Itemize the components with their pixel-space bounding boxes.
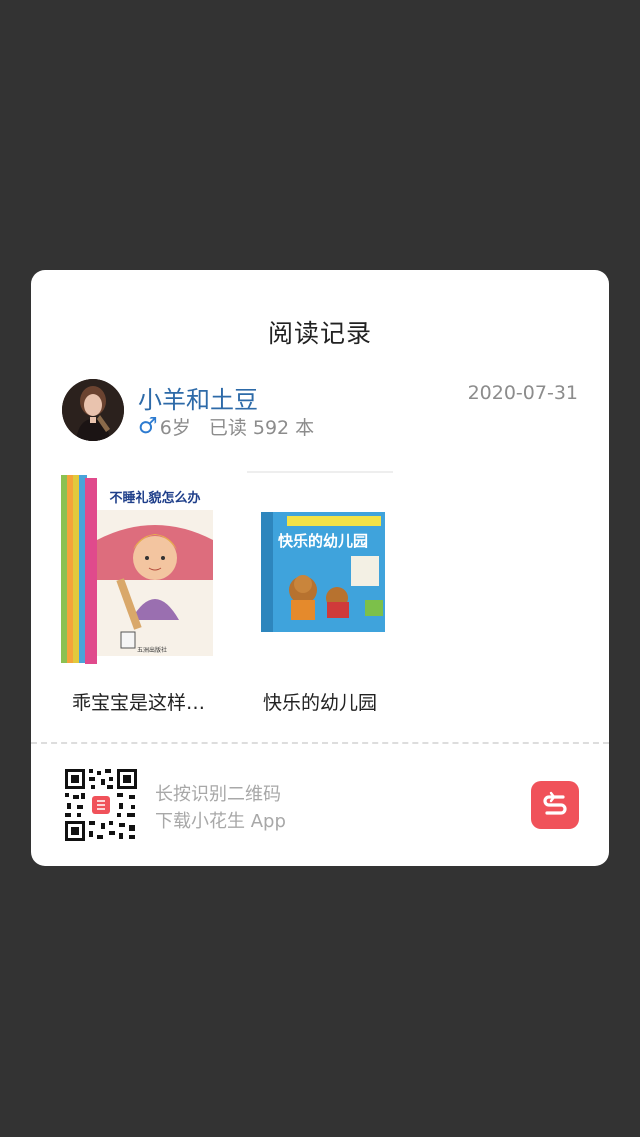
- app-logo-icon: [531, 781, 579, 829]
- book-cover-2[interactable]: 快乐的幼儿园: [247, 470, 393, 670]
- record-date: 2020-07-31: [467, 382, 578, 404]
- user-age: 6岁: [159, 417, 191, 439]
- book-title-2[interactable]: 快乐的幼儿园: [263, 688, 377, 715]
- dashed-divider: [31, 742, 609, 744]
- book1-cover-text: 不睡礼貌怎么办: [109, 490, 200, 506]
- book-title-1[interactable]: 乖宝宝是这样…: [72, 688, 205, 715]
- read-count: 已读 592 本: [208, 417, 315, 439]
- reading-record-card: 阅读记录 小羊和土豆 2020-07-31 ♂ 6岁 已读 592 本 不睡礼貌…: [31, 270, 609, 866]
- card-title: 阅读记录: [267, 319, 372, 348]
- username: 小羊和土豆: [138, 386, 258, 414]
- user-meta: ♂ 6岁 已读 592 本: [138, 413, 314, 440]
- footer-hint: 长按识别二维码: [155, 784, 281, 805]
- qr-code[interactable]: [63, 767, 139, 843]
- footer-download: 下载小花生 App: [155, 811, 286, 832]
- book2-cover-text: 快乐的幼儿园: [278, 532, 368, 550]
- male-icon: ♂: [138, 414, 158, 439]
- svg-text:五洲出版社: 五洲出版社: [137, 646, 167, 654]
- avatar: [62, 379, 124, 441]
- book-cover-1[interactable]: 不睡礼貌怎么办 五洲出版社: [61, 470, 215, 670]
